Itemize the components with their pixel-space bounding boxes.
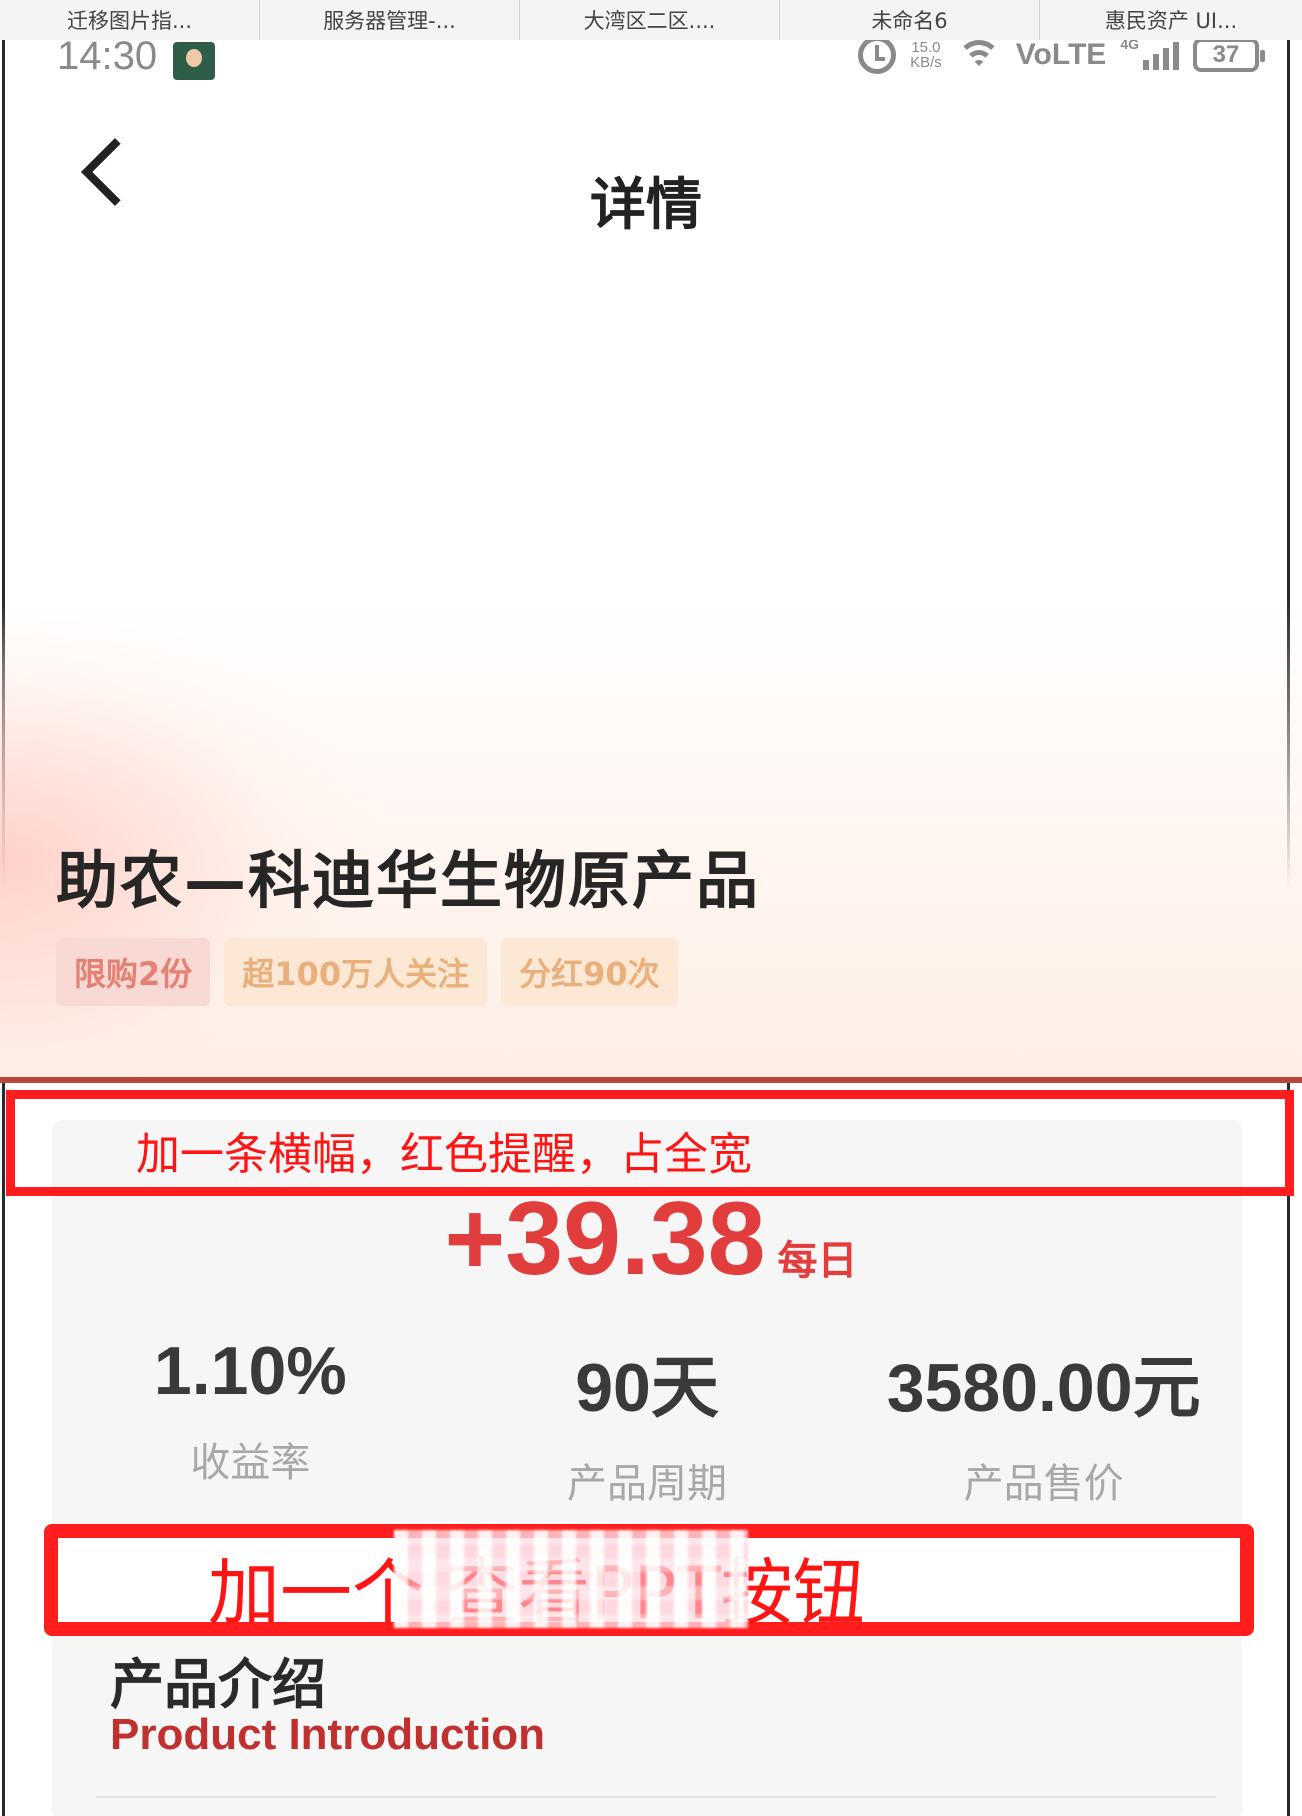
intro-title: 产品介绍 [110, 1653, 326, 1716]
hero-divider [0, 1077, 1302, 1083]
product-stats: 1.10% 收益率 90天 产品周期 3580.00元 产品售价 [52, 1332, 1242, 1509]
network-speed-unit: KB/s [910, 54, 942, 71]
network-speed: 15.0 KB/s [910, 40, 942, 70]
status-icons: 15.0 KB/s VoLTE 4G 37 [858, 40, 1265, 74]
product-title: 助农—科迪华生物原产品 [56, 844, 761, 917]
stat-value: 1.10% [153, 1333, 347, 1409]
alarm-icon [858, 40, 897, 74]
wifi-icon [956, 40, 1002, 70]
browser-tab[interactable]: 大湾区二区.... [520, 0, 780, 40]
intro-subtitle: Product Introduction [110, 1710, 546, 1759]
annotation-banner-note: 加一条横幅，红色提醒，占全宽 [136, 1129, 752, 1180]
annotation-ppt-prefix: 加一个 [208, 1551, 425, 1635]
signal-icon [1143, 40, 1179, 70]
stat-label: 产品周期 [567, 1461, 727, 1507]
stat-value: 3580.00元 [886, 1350, 1201, 1426]
tag-purchase-limit: 限购2份 [56, 938, 211, 1006]
stat-label: 收益率 [190, 1440, 311, 1486]
daily-earnings-unit: 每日 [777, 1238, 858, 1284]
product-tags: 限购2份 超100万人关注 分红90次 [56, 938, 678, 1006]
browser-tab[interactable]: 未命名6 [780, 0, 1040, 40]
browser-tab[interactable]: 服务器管理-... [260, 0, 520, 40]
network-type: 4G [1120, 40, 1139, 52]
battery-icon: 37 [1193, 40, 1265, 72]
network-label: VoLTE [1015, 40, 1107, 71]
browser-tab[interactable]: 迁移图片指... [0, 0, 260, 40]
daily-earnings-value: +39.38 [444, 1181, 766, 1297]
avatar [173, 42, 215, 80]
browser-tab-strip: 迁移图片指... 服务器管理-... 大湾区二区.... 未命名6 惠民资产 U… [0, 0, 1302, 40]
stat-period: 90天 产品周期 [449, 1332, 846, 1509]
stat-label: 产品售价 [963, 1461, 1124, 1507]
stat-price: 3580.00元 产品售价 [845, 1332, 1242, 1509]
stat-value: 90天 [575, 1350, 719, 1426]
stat-yield: 1.10% 收益率 [52, 1332, 449, 1509]
page-title: 详情 [590, 173, 702, 238]
status-time: 14:30 [57, 40, 158, 78]
status-bar: 14:30 15.0 KB/s VoLTE 4G 37 [5, 40, 1287, 84]
daily-earnings: +39.38 每日 [0, 1180, 1302, 1299]
browser-tab[interactable]: 惠民资产 UI... [1040, 0, 1302, 40]
intro-divider [96, 1796, 1216, 1798]
tag-dividends: 分红90次 [501, 938, 678, 1006]
tag-followers: 超100万人关注 [224, 938, 488, 1006]
mosaic-blur-patch [394, 1530, 748, 1628]
